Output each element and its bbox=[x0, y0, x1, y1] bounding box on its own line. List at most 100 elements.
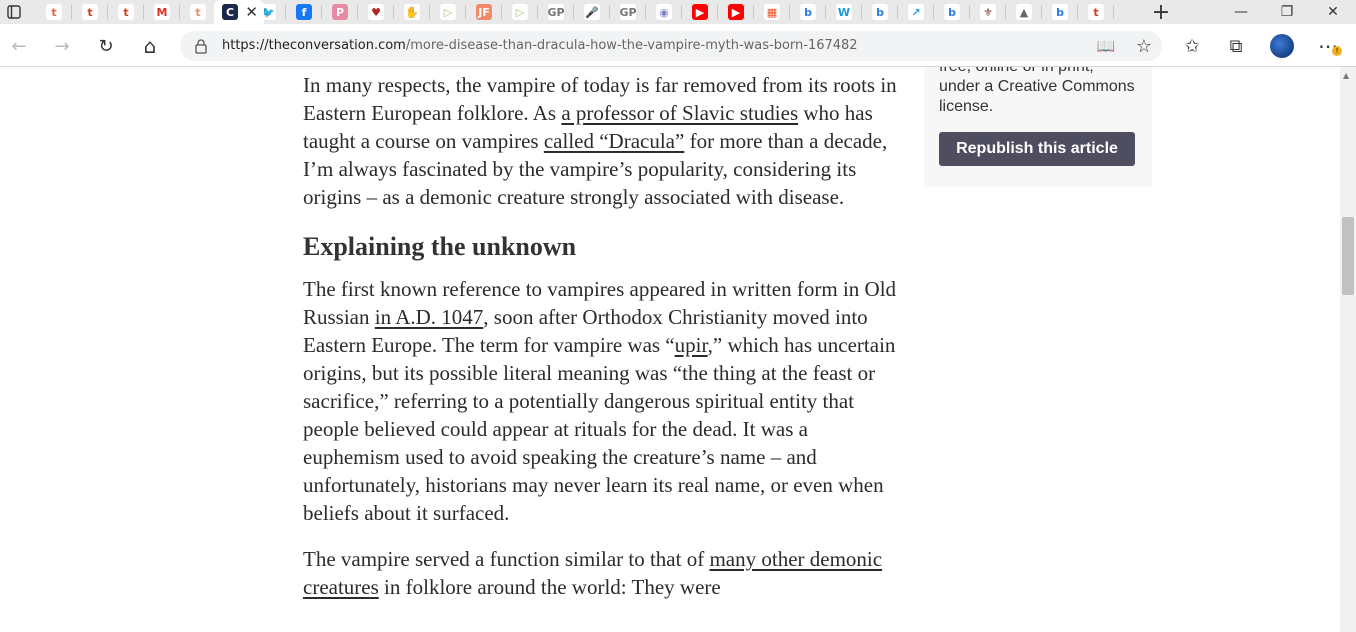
tab-favicon-icon: W bbox=[836, 4, 852, 20]
forward-button[interactable]: → bbox=[48, 32, 76, 60]
paragraph-text: ,” which has uncertain origins, but its … bbox=[303, 333, 896, 525]
browser-tab[interactable]: 🎤 bbox=[574, 0, 610, 24]
browser-tab[interactable]: b bbox=[1042, 0, 1078, 24]
browser-tab[interactable]: t bbox=[36, 0, 72, 24]
minimize-button[interactable]: — bbox=[1218, 0, 1264, 24]
tab-favicon-icon: ◉ bbox=[656, 4, 672, 20]
tab-favicon-icon: t bbox=[82, 4, 98, 20]
close-window-button[interactable]: ✕ bbox=[1310, 0, 1356, 24]
browser-tab[interactable]: ▷ bbox=[502, 0, 538, 24]
tab-favicon-icon: b bbox=[800, 4, 816, 20]
tab-actions-icon[interactable] bbox=[0, 0, 28, 24]
tab-favicon-icon: t bbox=[190, 4, 206, 20]
tab-favicon-icon: ▷ bbox=[440, 4, 456, 20]
tab-favicon-icon: ↗ bbox=[908, 4, 924, 20]
browser-tab[interactable]: t bbox=[108, 0, 144, 24]
browser-tab[interactable]: b bbox=[790, 0, 826, 24]
browser-tab[interactable]: t bbox=[180, 0, 216, 24]
paragraph: The vampire served a function similar to… bbox=[303, 545, 903, 601]
url-host: https://theconversation.com bbox=[222, 38, 406, 53]
article-body: In many respects, the vampire of today i… bbox=[303, 67, 903, 601]
tab-favicon-icon: f bbox=[296, 4, 312, 20]
republish-button[interactable]: Republish this article bbox=[939, 132, 1135, 166]
browser-tab[interactable]: ↗ bbox=[898, 0, 934, 24]
tab-favicon-icon: 🎤 bbox=[584, 4, 600, 20]
tab-favicon-icon: M bbox=[154, 4, 170, 20]
browser-tab[interactable]: ▦ bbox=[754, 0, 790, 24]
browser-tab[interactable]: ⚜ bbox=[970, 0, 1006, 24]
browser-tab[interactable]: GP bbox=[538, 0, 574, 24]
maximize-button[interactable]: ❐ bbox=[1264, 0, 1310, 24]
reload-button[interactable]: ↻ bbox=[92, 32, 120, 60]
tab-favicon-icon: P bbox=[332, 4, 348, 20]
tab-favicon-icon: GP bbox=[619, 4, 637, 20]
browser-tab[interactable]: P bbox=[322, 0, 358, 24]
scroll-up-arrow-icon[interactable]: ▲ bbox=[1343, 71, 1349, 80]
tab-favicon-icon: GP bbox=[547, 4, 565, 20]
browser-tab[interactable]: b bbox=[934, 0, 970, 24]
browser-tab[interactable]: W bbox=[826, 0, 862, 24]
browser-tab[interactable]: b bbox=[862, 0, 898, 24]
browser-tab[interactable]: GP bbox=[610, 0, 646, 24]
tab-favicon-icon: ▶ bbox=[692, 4, 708, 20]
browser-tab[interactable]: JF bbox=[466, 0, 502, 24]
favorites-icon[interactable]: ✩ bbox=[1178, 32, 1206, 60]
link-called-dracula[interactable]: called “Dracula” bbox=[544, 129, 684, 153]
tab-favicon-icon: b bbox=[1052, 4, 1068, 20]
tab-strip: t t t Mt 🐦 f P ♥ ✋ ▷ JF ▷ GP 🎤 GP ◉ ▶ ▶ ▦ b Wb ↗ b ⚜ ▲ b t C ✕ + —… bbox=[0, 0, 1356, 25]
link-ad-1047[interactable]: in A.D. 1047 bbox=[375, 305, 484, 329]
lock-icon[interactable] bbox=[194, 38, 208, 54]
update-badge-icon: ! bbox=[1332, 46, 1342, 56]
read-aloud-icon[interactable]: 📖 bbox=[1092, 32, 1120, 60]
tab-favicon-icon: ▦ bbox=[764, 4, 780, 20]
tab-favicon-icon: ▷ bbox=[512, 4, 528, 20]
back-button[interactable]: ← bbox=[5, 32, 33, 60]
browser-tab[interactable]: t bbox=[72, 0, 108, 24]
profile-avatar[interactable] bbox=[1270, 34, 1294, 58]
browser-tab[interactable]: ▲ bbox=[1006, 0, 1042, 24]
browser-tab[interactable]: M bbox=[144, 0, 180, 24]
browser-tab[interactable]: ◉ bbox=[646, 0, 682, 24]
the-conversation-icon: C bbox=[222, 4, 238, 20]
browser-tab[interactable]: ▷ bbox=[430, 0, 466, 24]
browser-tab[interactable]: ♥ bbox=[358, 0, 394, 24]
section-heading: Explaining the unknown bbox=[303, 232, 577, 261]
browser-toolbar: ← → ↻ ⌂ https://theconversation.com/more… bbox=[0, 24, 1356, 67]
republish-panel: free, online or in print, under a Creati… bbox=[924, 67, 1152, 187]
page-scrollbar[interactable]: ▲ bbox=[1340, 67, 1356, 632]
tab-favicon-icon: ♥ bbox=[368, 4, 384, 20]
url-path: /more-disease-than-dracula-how-the-vampi… bbox=[405, 38, 858, 53]
license-text: free, online or in print, under a Creati… bbox=[939, 67, 1135, 115]
paragraph: The first known reference to vampires ap… bbox=[303, 275, 903, 527]
collections-icon[interactable]: ⧉ bbox=[1222, 32, 1250, 60]
browser-tab[interactable]: ▶ bbox=[682, 0, 718, 24]
url-text[interactable]: https://theconversation.com/more-disease… bbox=[222, 38, 858, 53]
browser-tab[interactable]: ▶ bbox=[718, 0, 754, 24]
tab-favicon-icon: t bbox=[46, 4, 62, 20]
browser-tab[interactable]: ✋ bbox=[394, 0, 430, 24]
tab-favicon-icon: ⚜ bbox=[980, 4, 996, 20]
tab-favicon-icon: b bbox=[872, 4, 888, 20]
close-tab-icon[interactable]: ✕ bbox=[245, 3, 258, 21]
link-professor-slavic-studies[interactable]: a professor of Slavic studies bbox=[561, 101, 798, 125]
tab-favicon-icon: t bbox=[118, 4, 134, 20]
tab-favicon-icon: ▶ bbox=[728, 4, 744, 20]
tab-favicon-icon: JF bbox=[476, 4, 492, 20]
paragraph: In many respects, the vampire of today i… bbox=[303, 71, 903, 211]
address-bar[interactable]: https://theconversation.com/more-disease… bbox=[180, 31, 1162, 61]
link-upir[interactable]: upir bbox=[675, 333, 708, 357]
tab-favicon-icon: t bbox=[1088, 4, 1104, 20]
tab-active-the-conversation[interactable]: C ✕ bbox=[214, 0, 264, 24]
tab-favicon-icon: b bbox=[944, 4, 960, 20]
add-favorite-icon[interactable]: ☆ bbox=[1130, 32, 1158, 60]
paragraph-text: in folklore around the world: They were bbox=[378, 575, 721, 599]
tab-favicon-icon: ✋ bbox=[404, 4, 420, 20]
new-tab-button[interactable]: + bbox=[1143, 0, 1179, 25]
browser-tab[interactable]: f bbox=[286, 0, 322, 24]
tab-favicon-icon: ▲ bbox=[1016, 4, 1032, 20]
browser-tab[interactable]: t bbox=[1078, 0, 1114, 24]
page-content: free, online or in print, under a Creati… bbox=[0, 67, 1340, 632]
paragraph-text: The vampire served a function similar to… bbox=[303, 547, 710, 571]
scrollbar-thumb[interactable] bbox=[1342, 217, 1354, 295]
home-button[interactable]: ⌂ bbox=[136, 32, 164, 60]
